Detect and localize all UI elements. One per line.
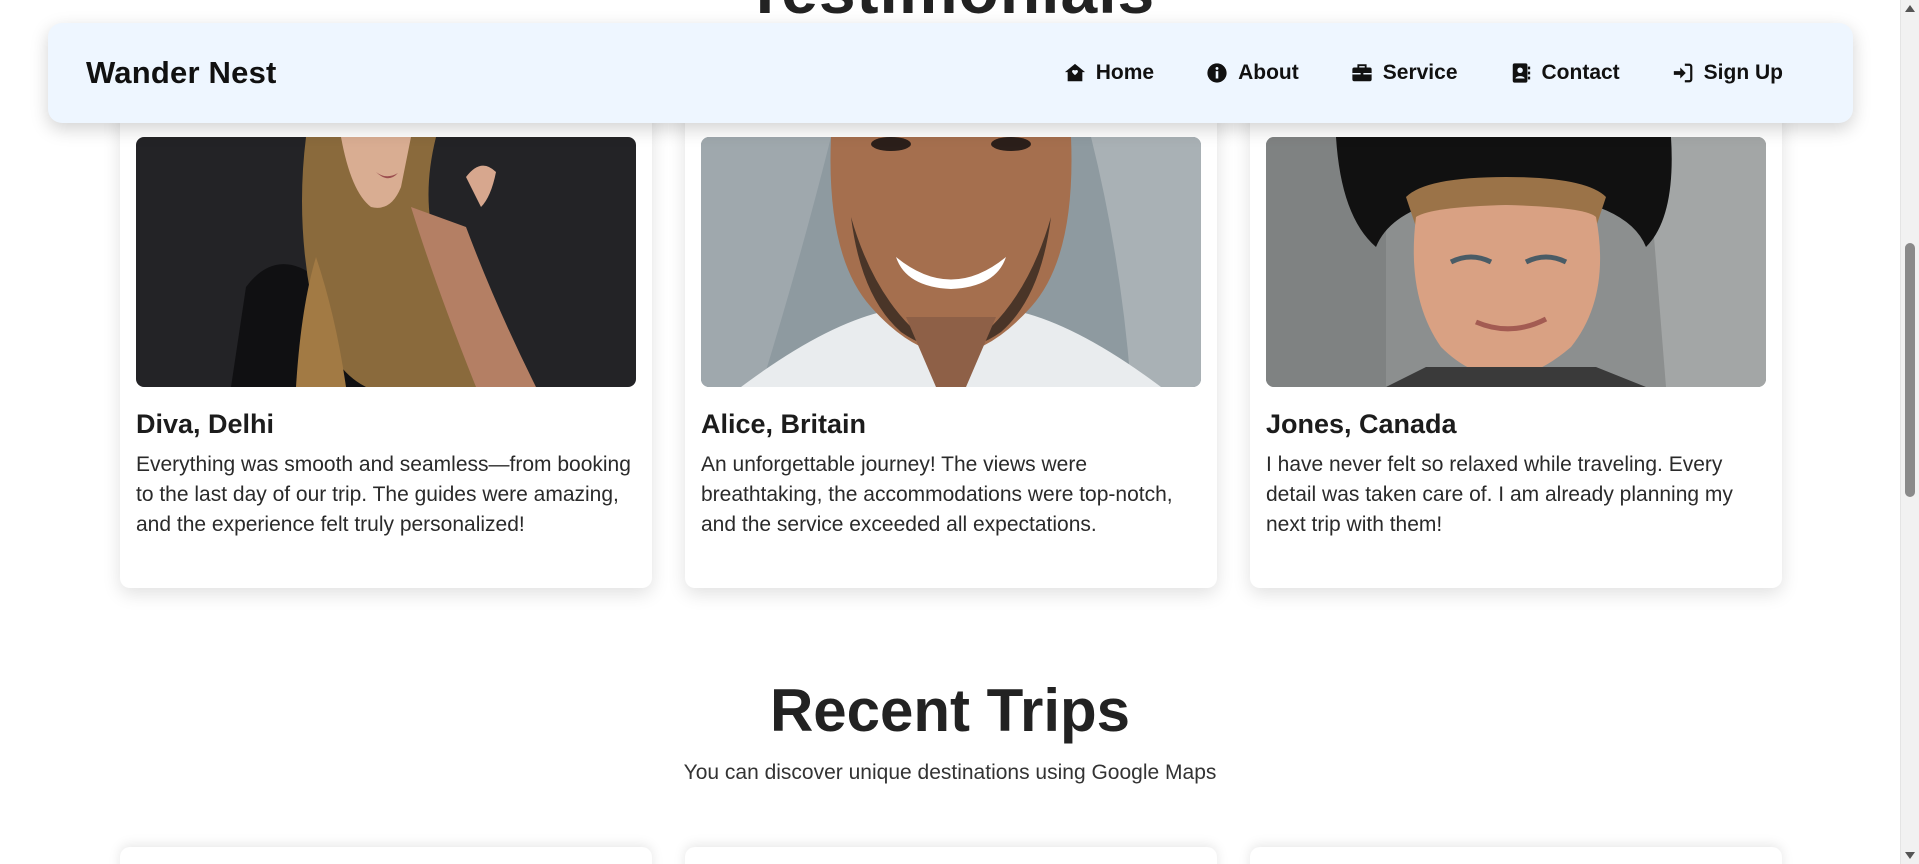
nav-about-link[interactable]: About xyxy=(1206,61,1299,85)
testimonial-text: I have never felt so relaxed while trave… xyxy=(1266,453,1733,536)
testimonial-card: Diva, Delhi Everything was smooth and se… xyxy=(120,100,652,588)
nav-service-link[interactable]: Service xyxy=(1351,61,1458,85)
testimonial-cards: Diva, Delhi Everything was smooth and se… xyxy=(120,100,1782,588)
testimonial-text: An unforgettable journey! The views were… xyxy=(701,453,1173,536)
testimonial-name: Alice, Britain xyxy=(701,409,867,439)
nav-service-label: Service xyxy=(1382,61,1458,84)
trip-card[interactable] xyxy=(120,847,652,864)
trip-cards xyxy=(120,847,1782,864)
trip-card[interactable] xyxy=(685,847,1217,864)
scroll-up-arrow-icon[interactable] xyxy=(1905,5,1915,12)
smiling-man-portrait-photo xyxy=(701,137,1201,387)
navbar: Wander Nest Home About Service Contact S… xyxy=(48,23,1853,123)
recent-trips-title: Recent Trips xyxy=(769,677,1131,744)
nav-contact-link[interactable]: Contact xyxy=(1510,61,1620,85)
info-icon xyxy=(1206,62,1228,84)
testimonial-name: Diva, Delhi xyxy=(136,409,275,439)
nav-contact-label: Contact xyxy=(1541,61,1620,84)
sign-in-icon xyxy=(1672,62,1694,84)
nav-links: Home About Service Contact Sign Up xyxy=(1064,61,1783,85)
scroll-thumb[interactable] xyxy=(1905,243,1915,497)
testimonial-name: Jones, Canada xyxy=(1266,409,1457,439)
man-with-hat-portrait-photo xyxy=(1266,137,1766,387)
nav-signup-label: Sign Up xyxy=(1703,61,1783,84)
nav-home-link[interactable]: Home xyxy=(1064,61,1154,85)
scroll-down-arrow-icon[interactable] xyxy=(1905,852,1915,859)
recent-trips-subtitle: You can discover unique destinations usi… xyxy=(683,761,1217,784)
brand-logo[interactable]: Wander Nest xyxy=(86,55,277,91)
contact-book-icon xyxy=(1510,62,1532,84)
briefcase-icon xyxy=(1351,62,1373,84)
nav-home-label: Home xyxy=(1095,61,1155,84)
home-icon xyxy=(1064,62,1086,84)
nav-signup-link[interactable]: Sign Up xyxy=(1672,61,1783,85)
nav-about-label: About xyxy=(1238,61,1299,84)
trip-card[interactable] xyxy=(1250,847,1782,864)
testimonial-text: Everything was smooth and seamless—from … xyxy=(136,453,631,536)
testimonial-card: Jones, Canada I have never felt so relax… xyxy=(1250,100,1782,588)
testimonial-card: Alice, Britain An unforgettable journey!… xyxy=(685,100,1217,588)
page-scrollbar[interactable] xyxy=(1900,0,1919,864)
woman-portrait-photo xyxy=(136,137,636,387)
